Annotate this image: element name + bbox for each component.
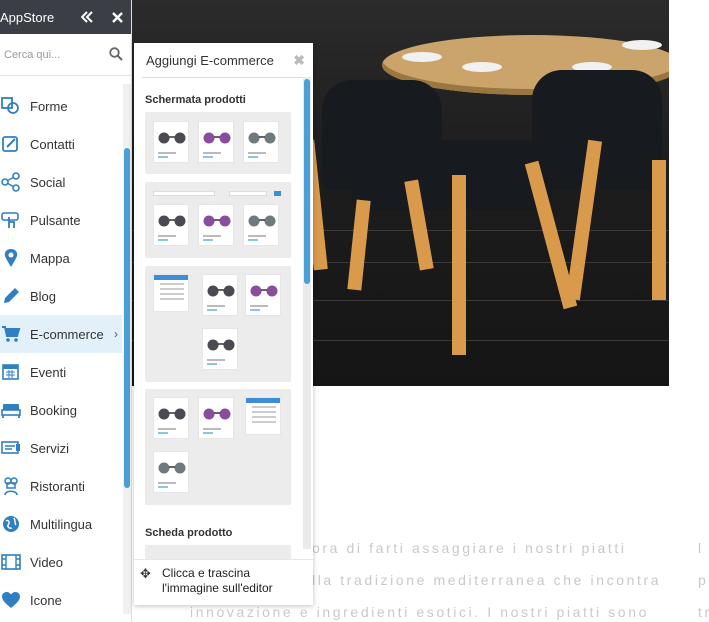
sidebar-item-booking[interactable]: Booking <box>0 391 122 429</box>
drag-hint-text: Clicca e trascina l'immagine sull'editor <box>162 566 273 595</box>
product-list-template-4[interactable] <box>145 389 291 505</box>
appstore-sidebar: AppStore Forme Contatti <box>0 0 132 622</box>
pencil-icon <box>0 277 26 315</box>
sidebar-item-label: E-commerce <box>30 326 104 342</box>
sidebar-item-label: Multilingua <box>30 516 93 532</box>
sidebar-item-servizi[interactable]: Servizi <box>0 429 122 467</box>
sidebar-item-icone[interactable]: Icone <box>0 581 122 619</box>
stage: ora di farti assaggiare i nostri piatti … <box>0 0 709 622</box>
panel-scrollbar-thumb[interactable] <box>304 79 310 284</box>
sidebar-title: AppStore <box>0 9 55 25</box>
product-thumb <box>243 204 279 246</box>
panel-footer: ✥ Clicca e trascina l'immagine sull'edit… <box>134 559 313 605</box>
shapes-icon <box>0 87 26 125</box>
sidebar-item-label: Pulsante <box>30 212 81 228</box>
right-column-line-3: tr <box>698 604 709 620</box>
heart-icon <box>0 581 26 619</box>
bed-icon <box>0 391 26 429</box>
body-text-line-1: ora di farti assaggiare i nostri piatti <box>312 540 627 556</box>
product-thumb <box>243 121 279 163</box>
section-heading-product-card: Scheda prodotto <box>145 527 233 539</box>
product-thumb <box>202 328 238 370</box>
sidebar-item-ristoranti[interactable]: Ristoranti <box>0 467 122 505</box>
sidebar-item-label: Servizi <box>30 440 70 456</box>
calendar-icon <box>0 353 26 391</box>
product-list-template-3[interactable] <box>145 266 291 382</box>
product-list-template-2[interactable] <box>145 182 291 258</box>
chevron-right-icon: › <box>114 327 118 341</box>
film-icon <box>0 543 26 581</box>
sidebar-item-social[interactable]: Social <box>0 163 122 201</box>
contact-form-icon <box>0 125 26 163</box>
product-thumb <box>198 121 234 163</box>
panel-title: Aggiungi E-commerce <box>146 53 274 68</box>
filter-thumb <box>153 274 189 312</box>
search-bar <box>0 34 131 76</box>
globe-icon <box>0 505 26 543</box>
sidebar-header: AppStore <box>0 0 131 34</box>
sidebar-item-video[interactable]: Video <box>0 543 122 581</box>
ecommerce-panel: Aggiungi E-commerce ✖ Schermata prodotti <box>134 43 313 605</box>
section-heading-products: Schermata prodotti <box>145 94 246 106</box>
sidebar-item-forme[interactable]: Forme <box>0 87 122 125</box>
sidebar-item-label: Contatti <box>30 136 75 152</box>
pointer-button-icon <box>0 201 26 239</box>
sidebar-item-label: Icone <box>30 592 62 608</box>
sidebar-item-contatti[interactable]: Contatti <box>0 125 122 163</box>
product-thumb <box>153 204 189 246</box>
product-thumb <box>198 397 234 439</box>
sidebar-item-label: Eventi <box>30 364 67 380</box>
sidebar-item-eventi[interactable]: Eventi <box>0 353 122 391</box>
sidebar-item-label: Blog <box>30 288 57 304</box>
move-icon: ✥ <box>140 566 151 581</box>
services-icon <box>0 429 26 467</box>
sidebar-item-multilingua[interactable]: Multilingua <box>0 505 122 543</box>
sidebar-item-label: Booking <box>30 402 77 418</box>
cart-icon <box>0 315 26 353</box>
close-icon[interactable] <box>104 0 130 34</box>
sidebar-item-label: Social <box>30 174 66 190</box>
sidebar-item-ecommerce[interactable]: E-commerce › <box>0 315 122 353</box>
panel-close-icon[interactable]: ✖ <box>293 52 305 69</box>
product-thumb <box>153 121 189 163</box>
sidebar-item-label: Mappa <box>30 250 70 266</box>
map-pin-icon <box>0 239 26 277</box>
panel-divider <box>142 77 305 78</box>
sidebar-item-label: Forme <box>30 98 68 114</box>
chef-icon <box>0 467 26 505</box>
product-thumb <box>245 274 281 316</box>
body-text-line-2: lla tradizione mediterranea che incontra <box>312 572 662 588</box>
product-thumb <box>153 451 189 493</box>
sidebar-item-mappa[interactable]: Mappa <box>0 239 122 277</box>
product-list-template-1[interactable] <box>145 112 291 174</box>
share-icon <box>0 163 26 201</box>
collapse-icon[interactable] <box>74 0 100 34</box>
sidebar-scrollbar-thumb[interactable] <box>124 148 130 488</box>
product-card-template-1[interactable] <box>145 545 291 559</box>
sidebar-items: Forme Contatti Social Pulsante Mappa Blo… <box>0 87 122 619</box>
sidebar-item-pulsante[interactable]: Pulsante <box>0 201 122 239</box>
sidebar-item-blog[interactable]: Blog <box>0 277 122 315</box>
search-icon[interactable] <box>109 47 123 66</box>
product-thumb <box>153 397 189 439</box>
product-thumb <box>202 274 238 316</box>
sidebar-item-label: Video <box>30 554 64 570</box>
body-text-line-3: innovazione e ingredienti esotici. I nos… <box>190 604 649 620</box>
right-column-line-1: l <box>698 540 704 556</box>
search-input[interactable] <box>0 48 100 61</box>
product-thumb <box>198 204 234 246</box>
right-column-line-2: p <box>698 572 709 588</box>
sidebar-item-label: Ristoranti <box>30 478 85 494</box>
filter-thumb <box>245 397 281 435</box>
